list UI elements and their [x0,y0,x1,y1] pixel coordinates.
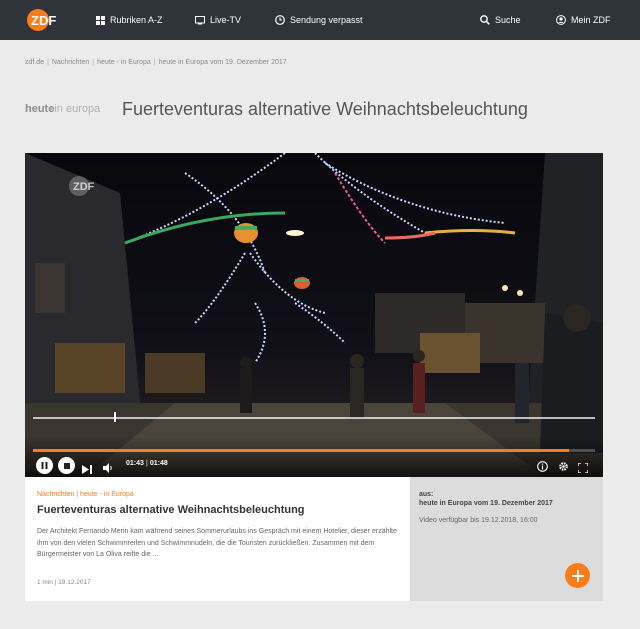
nav-sendung-verpasst[interactable]: Sendung verpasst [275,13,363,27]
breadcrumb-item-zdf[interactable]: zdf.de [25,59,44,66]
fullscreen-button[interactable] [577,460,589,477]
card-description: Der Architekt Fernando Merin kam während… [37,528,397,558]
video-player[interactable]: ZDF 01:43 | 01:48 [25,153,603,477]
scene-marker-line [33,417,595,419]
skip-button[interactable] [82,461,92,477]
nav-meinzdf-label: Mein ZDF [571,15,611,25]
pause-button[interactable] [36,457,53,474]
add-to-list-button[interactable] [565,563,590,588]
nav-livetv-label: Live-TV [210,15,242,25]
plus-icon [571,569,584,582]
clock-icon [275,15,285,25]
brand-heute: heute [25,103,55,115]
logo-text: ZDF [31,13,56,28]
skip-icon [82,465,92,474]
time-separator: | [145,460,148,467]
time-display: 01:43 | 01:48 [126,460,168,467]
availability-text: Video verfügbar bis 19.12.2018, 16:00 [419,517,538,524]
episode-link[interactable]: heute in Europa vom 19. Dezember 2017 [419,500,553,507]
progress-fill [33,449,570,452]
progress-bar[interactable] [33,449,595,452]
breadcrumb-item-nachrichten[interactable]: Nachrichten [52,59,89,66]
search-icon [480,15,490,25]
nav-mein-zdf[interactable]: Mein ZDF [556,13,611,27]
video-frame [25,153,603,477]
page-title: Fuerteventuras alternative Weihnachtsbel… [122,99,528,119]
tv-icon [195,15,205,24]
nav-verpasst-label: Sendung verpasst [290,15,363,25]
current-time: 01:43 [126,460,144,467]
duration: 01:48 [149,460,168,467]
scene-marker [114,412,116,422]
pause-icon [41,462,48,469]
stop-icon [63,462,70,469]
brand-in-europa: in europa [54,103,101,115]
nav-suche[interactable]: Suche [480,13,521,27]
zdf-watermark: ZDF [69,175,109,197]
episode-panel: aus: heute in Europa vom 19. Dezember 20… [410,477,603,601]
breadcrumb-separator: | [47,59,49,66]
stop-button[interactable] [58,457,75,474]
zdf-logo[interactable]: ZDF [26,7,72,33]
watermark-text: ZDF [73,181,95,193]
volume-button[interactable] [103,460,114,477]
grid-icon [96,15,105,25]
top-navigation: ZDF Rubriken A-Z Live-TV Sendung verpass… [0,0,640,40]
card-title: Fuerteventuras alternative Weihnachtsbel… [37,504,305,516]
fullscreen-icon [577,462,589,474]
card-meta: 1 min | 19.12.2017 [37,579,91,586]
show-brand-logo[interactable]: heutein europa [25,103,100,115]
video-info-card: Nachrichten | heute - in Europa Fuerteve… [25,477,410,601]
card-kicker[interactable]: Nachrichten | heute - in Europa [37,491,134,498]
breadcrumb-item-episode[interactable]: heute in Europa vom 19. Dezember 2017 [159,59,287,66]
info-button[interactable] [537,459,548,477]
breadcrumb-item-heute-in-europa[interactable]: heute - in Europa [97,59,151,66]
user-icon [556,15,566,25]
breadcrumb-separator: | [92,59,95,66]
nav-livetv[interactable]: Live-TV [195,13,241,27]
from-label: aus: [419,491,434,498]
breadcrumb: zdf.de | Nachrichten | heute - in Europa | heu… [25,59,287,66]
volume-icon [103,463,112,473]
info-icon [537,461,548,472]
settings-button[interactable] [558,459,569,477]
gear-icon [559,462,568,471]
nav-rubriken[interactable]: Rubriken A-Z [96,13,163,27]
nav-rubriken-label: Rubriken A-Z [110,15,163,25]
breadcrumb-separator: | [153,59,156,66]
nav-suche-label: Suche [495,15,521,25]
